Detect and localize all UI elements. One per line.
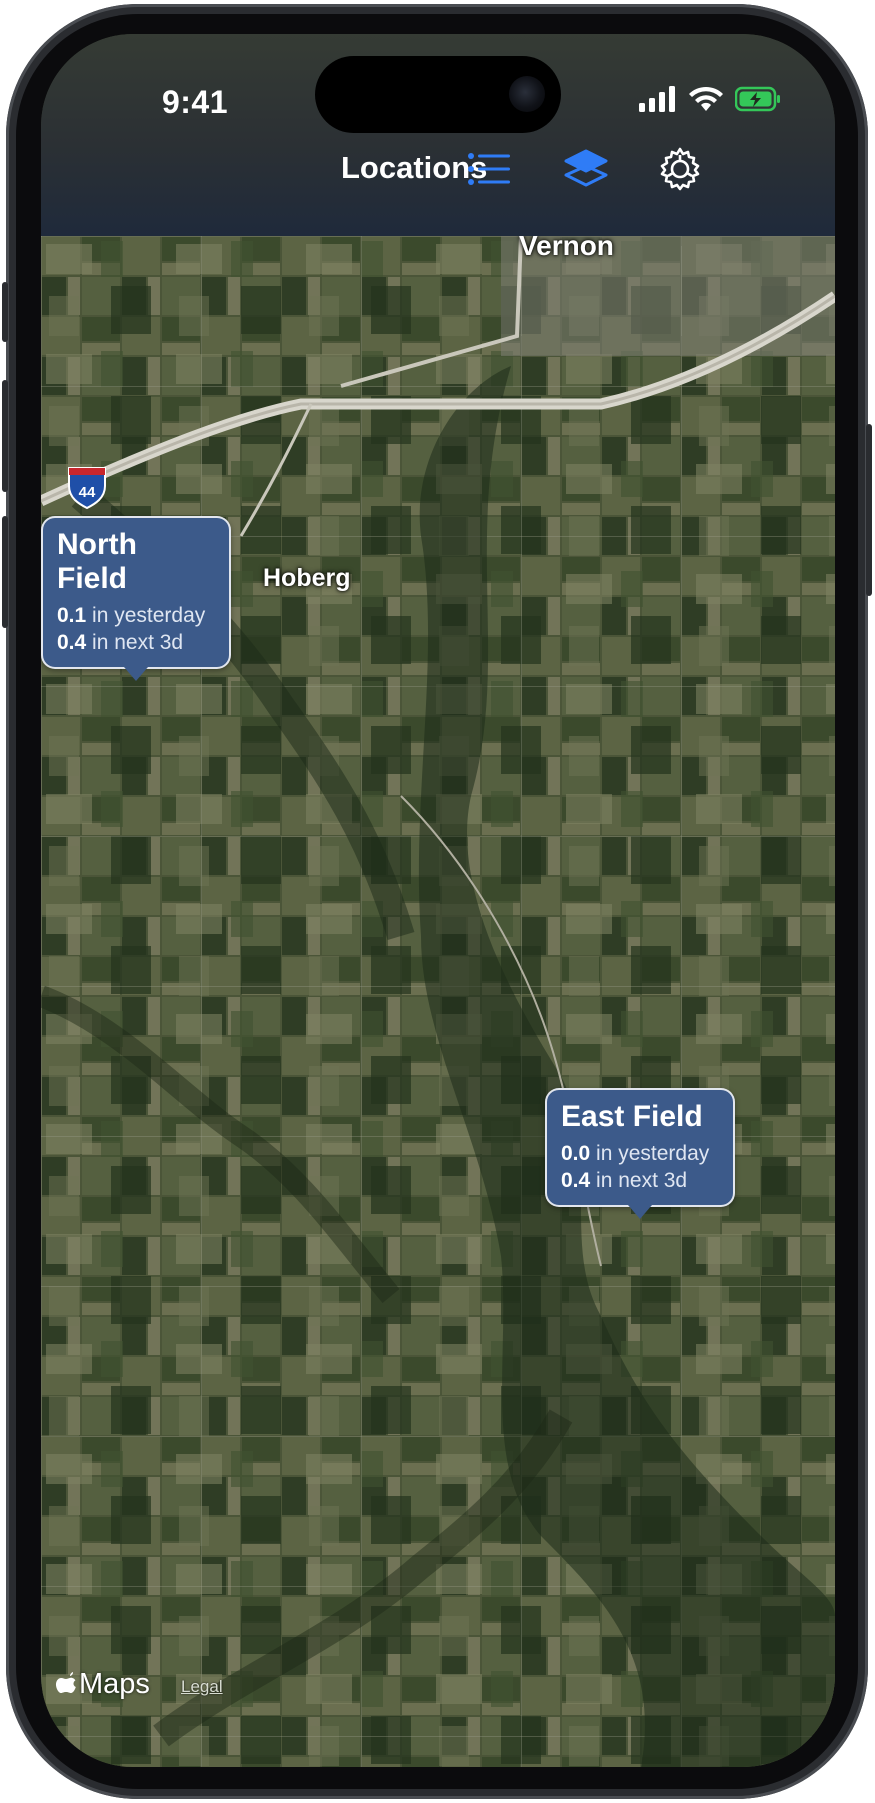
status-time: 9:41 <box>161 84 229 120</box>
callout-forecast: 0.4 in next 3d <box>57 631 215 655</box>
power-button <box>866 424 872 596</box>
yesterday-text: in yesterday <box>596 1142 710 1165</box>
layers-icon <box>564 149 608 187</box>
yesterday-value: 0.1 <box>57 604 87 627</box>
svg-text:44: 44 <box>79 484 96 501</box>
callout-title: North Field <box>57 528 137 595</box>
page-title: Locations <box>341 150 488 185</box>
status-icons <box>639 86 781 117</box>
battery-charging-icon <box>734 86 781 117</box>
wifi-icon <box>689 86 723 117</box>
forecast-text: in next 3d <box>92 631 184 654</box>
action-button <box>2 282 8 342</box>
yesterday-value: 0.0 <box>561 1142 591 1165</box>
volume-up-button <box>2 380 8 492</box>
cellular-signal-icon <box>639 86 677 117</box>
apple-logo-icon <box>55 1671 76 1693</box>
top-bar: 9:41 Locations <box>41 34 835 236</box>
volume-down-button <box>2 516 8 628</box>
list-icon <box>468 153 510 185</box>
yesterday-text: in yesterday <box>92 604 206 627</box>
gear-icon <box>660 147 700 191</box>
settings-button[interactable] <box>653 142 707 196</box>
forecast-value: 0.4 <box>561 1169 591 1192</box>
place-label-vernon: Vernon <box>519 236 614 261</box>
apple-maps-logo: Maps <box>55 1668 150 1701</box>
list-view-button[interactable] <box>463 142 517 196</box>
forecast-value: 0.4 <box>57 631 87 654</box>
satellite-map[interactable]: 44 Vernon Hoberg North Field 0.1 in yest… <box>41 236 835 1767</box>
callout-forecast: 0.4 in next 3d <box>561 1169 719 1193</box>
callout-title: East Field <box>561 1100 703 1133</box>
satellite-imagery: 44 <box>41 236 835 1767</box>
maps-attribution: Maps <box>79 1668 150 1700</box>
forecast-text: in next 3d <box>596 1169 688 1192</box>
camera-icon <box>509 76 545 112</box>
callout-east-field[interactable]: East Field 0.0 in yesterday 0.4 in next … <box>545 1088 735 1219</box>
callout-yesterday: 0.0 in yesterday <box>561 1142 719 1166</box>
dynamic-island <box>315 56 561 133</box>
callout-yesterday: 0.1 in yesterday <box>57 604 215 628</box>
screen: 9:41 Locations 44 Vernon Hoberg North Fi… <box>41 34 835 1767</box>
legal-link[interactable]: Legal <box>181 1677 223 1697</box>
place-label-hoberg: Hoberg <box>263 564 351 592</box>
map-layers-button[interactable] <box>559 142 613 196</box>
callout-north-field[interactable]: North Field 0.1 in yesterday 0.4 in next… <box>41 516 231 681</box>
